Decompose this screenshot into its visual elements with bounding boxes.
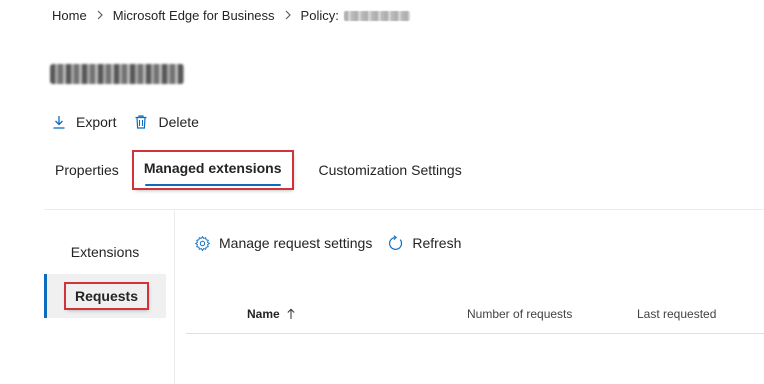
left-nav-item-extensions[interactable]: Extensions [44, 230, 166, 274]
export-button[interactable]: Export [50, 113, 116, 131]
column-header-number-of-requests[interactable]: Number of requests [467, 307, 572, 321]
refresh-label: Refresh [412, 235, 462, 251]
delete-label: Delete [158, 114, 199, 130]
breadcrumb-edge-for-business[interactable]: Microsoft Edge for Business [113, 8, 275, 23]
refresh-icon [386, 234, 404, 252]
column-last-label: Last requested [637, 307, 717, 321]
divider [44, 209, 764, 210]
download-arrow-icon [50, 113, 68, 131]
tab-managed-extensions[interactable]: Managed extensions [131, 150, 294, 190]
delete-button[interactable]: Delete [132, 113, 199, 131]
sort-ascending-icon [286, 308, 296, 320]
requests-toolbar: Manage request settings Refresh [193, 234, 475, 252]
manage-request-settings-label: Manage request settings [219, 235, 373, 251]
column-header-name[interactable]: Name [247, 307, 296, 321]
breadcrumb: Home Microsoft Edge for Business Policy: [52, 8, 410, 23]
vertical-divider [174, 210, 175, 384]
gear-icon [193, 234, 211, 252]
manage-request-settings-button[interactable]: Manage request settings [193, 234, 372, 252]
column-number-label: Number of requests [467, 307, 573, 321]
column-name-label: Name [247, 307, 280, 321]
tab-bar: Properties Managed extensions Customizat… [44, 150, 473, 190]
left-nav-requests-label: Requests [63, 282, 150, 310]
left-nav: Extensions Requests [44, 230, 166, 318]
page-root: Home Microsoft Edge for Business Policy:… [0, 0, 764, 384]
breadcrumb-home[interactable]: Home [52, 8, 87, 23]
tab-customization-settings[interactable]: Customization Settings [308, 154, 473, 188]
page-title-redacted [50, 64, 184, 84]
redacted-policy-name [343, 10, 410, 21]
left-nav-extensions-label: Extensions [70, 244, 140, 260]
chevron-right-icon [284, 9, 292, 23]
refresh-button[interactable]: Refresh [386, 234, 461, 252]
column-header-last-requested[interactable]: Last requested [637, 307, 716, 321]
chevron-right-icon [96, 9, 104, 23]
trash-icon [132, 113, 150, 131]
tab-properties[interactable]: Properties [44, 154, 130, 188]
breadcrumb-policy-label: Policy: [300, 8, 339, 23]
requests-table-header: Name Number of requests Last requested [186, 296, 764, 334]
export-label: Export [76, 114, 117, 130]
command-bar: Export Delete [50, 113, 215, 131]
left-nav-item-requests[interactable]: Requests [44, 274, 166, 318]
